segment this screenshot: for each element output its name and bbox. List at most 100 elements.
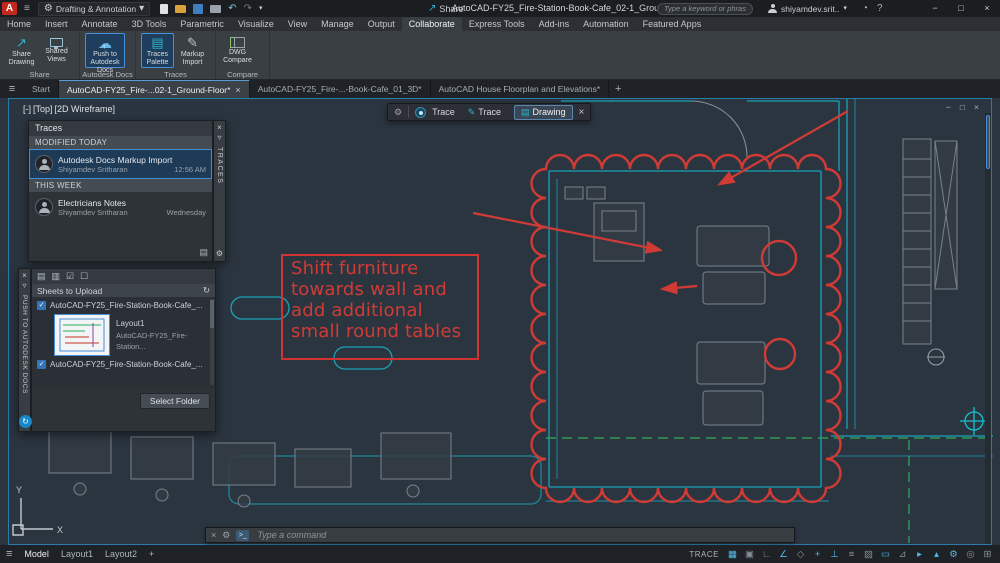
drawing-mode-toggle[interactable]: ▤ Drawing (514, 105, 573, 120)
sheet-list-alt-icon[interactable]: ▥ (52, 271, 61, 282)
clear-selection-icon[interactable]: ☐ (80, 271, 88, 282)
close-button[interactable]: × (974, 0, 1000, 17)
isometric-drafting-icon[interactable]: ◇ (794, 549, 807, 560)
snap-icon[interactable]: ▣ (743, 549, 756, 560)
palette-properties-icon[interactable]: ⚙ (216, 249, 223, 259)
layout-menu-icon[interactable]: ≡ (6, 549, 12, 560)
dynamic-ucs-icon[interactable]: ⊿ (896, 549, 909, 560)
sheet-row-2[interactable]: ✓ AutoCAD-FY25_Fire-Station-Book-Cafe_..… (32, 358, 215, 371)
viewport-menu-control[interactable]: [-] (23, 104, 31, 114)
dynamic-input-icon[interactable]: ▸ (913, 549, 926, 560)
model-tab[interactable]: Model (24, 549, 49, 559)
maximize-button[interactable]: □ (948, 0, 974, 17)
selection-cycling-icon[interactable]: ▭ (879, 549, 892, 560)
select-all-sheets-icon[interactable]: ☑ (66, 271, 74, 282)
workspace-switching-icon[interactable]: ⚙ (947, 549, 960, 560)
traces-palette-button[interactable]: ▤ Traces Palette (141, 33, 174, 68)
annotation-scale-icon[interactable]: ▴ (930, 549, 943, 560)
ribbon-tab-insert[interactable]: Insert (38, 17, 75, 31)
grid-icon[interactable]: ▦ (726, 549, 739, 560)
object-snap-icon[interactable]: ⊥ (828, 549, 841, 560)
minimize-button[interactable]: − (922, 0, 948, 17)
account-menu[interactable]: shiyamdev.srit.. ▾ (768, 4, 847, 14)
palette-close-icon[interactable]: × (217, 123, 222, 133)
ribbon-tab-automation[interactable]: Automation (576, 17, 636, 31)
share-drawing-button[interactable]: ↗ Share Drawing (5, 33, 38, 68)
viewport-visual-style-control[interactable]: [2D Wireframe] (55, 104, 116, 114)
refresh-icon[interactable]: ↻ (203, 285, 210, 296)
trace-close-icon[interactable]: × (579, 107, 585, 118)
command-input[interactable] (255, 529, 789, 541)
palette-autohide-icon[interactable]: ▿ (22, 281, 26, 291)
command-line-close-icon[interactable]: × (211, 530, 216, 540)
sheet-thumbnail[interactable] (54, 314, 110, 356)
panel-label-autodesk-docs[interactable]: Autodesk Docs (80, 70, 135, 79)
file-tab-house-floorplan[interactable]: AutoCAD House Floorplan and Elevations* (431, 80, 610, 98)
panel-label-compare[interactable]: Compare (216, 70, 269, 79)
markup-note[interactable]: Shift furniture towards wall and add add… (281, 254, 479, 360)
trace-item-markup-import[interactable]: Autodesk Docs Markup Import Shiyamdev Sr… (29, 149, 212, 179)
layout1-tab[interactable]: Layout1 (61, 549, 93, 559)
select-folder-button[interactable]: Select Folder (140, 393, 210, 409)
search-box[interactable] (657, 3, 753, 15)
redo-icon[interactable]: ↷ (244, 4, 252, 14)
upload-status-icon[interactable]: ↻ (19, 415, 32, 428)
file-tabs-menu-icon[interactable]: ≡ (0, 80, 24, 98)
sheet-checkbox[interactable]: ✓ (37, 360, 46, 369)
ribbon-tab-parametric[interactable]: Parametric (173, 17, 231, 31)
ribbon-tab-output[interactable]: Output (361, 17, 402, 31)
panel-label-traces[interactable]: Traces (136, 70, 215, 79)
command-line-customize-icon[interactable]: ⚙ (222, 530, 230, 541)
qat-customize-icon[interactable]: ▾ (259, 5, 263, 12)
sheet-list-icon[interactable]: ▤ (37, 271, 46, 282)
dwg-compare-button[interactable]: DWG Compare (221, 33, 254, 68)
ribbon-tab-collaborate[interactable]: Collaborate (402, 17, 462, 31)
ribbon-tab-view[interactable]: View (281, 17, 314, 31)
notifications-icon[interactable]: ◔ (862, 4, 868, 14)
object-snap-tracking-icon[interactable]: + (811, 549, 824, 560)
plot-icon[interactable] (210, 5, 221, 13)
layout2-tab[interactable]: Layout2 (105, 549, 137, 559)
doc-close-icon[interactable]: × (974, 102, 979, 112)
polar-tracking-icon[interactable]: ∠ (777, 549, 790, 560)
ribbon-tab-home[interactable]: Home (0, 17, 38, 31)
autocad-logo[interactable]: A (2, 2, 17, 15)
search-input[interactable] (662, 3, 748, 14)
workspace-switcher[interactable]: ⚙ Drafting & Annotation ▾ (38, 2, 150, 16)
trace-report-icon[interactable]: ▤ (199, 247, 208, 258)
sheet-row-1[interactable]: ✓ AutoCAD-FY25_Fire-Station-Book-Cafe_..… (32, 299, 215, 312)
canvas-scrollbar[interactable] (985, 113, 991, 544)
ribbon-tab-annotate[interactable]: Annotate (75, 17, 125, 31)
file-tab-3d[interactable]: AutoCAD-FY25_Fire-...-Book-Cafe_01_3D* (250, 80, 431, 98)
panel-label-share[interactable]: Share (0, 70, 79, 79)
palette-autohide-icon[interactable]: ▿ (217, 133, 221, 143)
markup-import-button[interactable]: ✎ Markup Import (176, 33, 209, 68)
file-tab-close-icon[interactable]: × (235, 85, 240, 95)
trace-item-electricians-notes[interactable]: Electricians Notes Shiyamdev Sritharan W… (29, 192, 212, 222)
app-menu-icon[interactable]: ≡ (24, 4, 30, 14)
trace-mode-toggle[interactable]: ✎ Trace (461, 105, 508, 120)
new-file-icon[interactable] (160, 4, 168, 14)
annotation-monitor-icon[interactable]: ◎ (964, 549, 977, 560)
open-file-icon[interactable] (175, 5, 186, 13)
new-drawing-tab-button[interactable]: + (609, 80, 627, 98)
ribbon-tab-visualize[interactable]: Visualize (231, 17, 281, 31)
transparency-icon[interactable]: ▨ (862, 549, 875, 560)
lineweight-icon[interactable]: ≡ (845, 549, 858, 560)
viewport-view-control[interactable]: [Top] (33, 104, 53, 114)
save-icon[interactable] (193, 4, 203, 14)
help-icon[interactable]: ? (877, 4, 883, 14)
doc-minimize-icon[interactable]: − (946, 102, 951, 112)
file-tab-ground-floor[interactable]: AutoCAD-FY25_Fire-...02-1_Ground-Floor* … (59, 80, 250, 98)
shared-views-button[interactable]: Shared Views (40, 33, 73, 68)
ribbon-tab-express-tools[interactable]: Express Tools (462, 17, 532, 31)
push-to-autodesk-docs-button[interactable]: ☁ ↑ Push to Autodesk Docs (85, 33, 125, 68)
ribbon-tab-featured-apps[interactable]: Featured Apps (636, 17, 709, 31)
new-layout-button[interactable]: + (149, 549, 154, 559)
sheet-thumbnail-row[interactable]: Layout1 AutoCAD-FY25_Fire-Station... (54, 314, 215, 356)
clean-screen-icon[interactable]: ⊞ (981, 549, 994, 560)
undo-icon[interactable]: ↶ (228, 4, 236, 14)
doc-restore-icon[interactable]: □ (960, 102, 965, 112)
ribbon-tab-addins[interactable]: Add-ins (532, 17, 577, 31)
sheets-scrollbar[interactable] (210, 299, 214, 385)
